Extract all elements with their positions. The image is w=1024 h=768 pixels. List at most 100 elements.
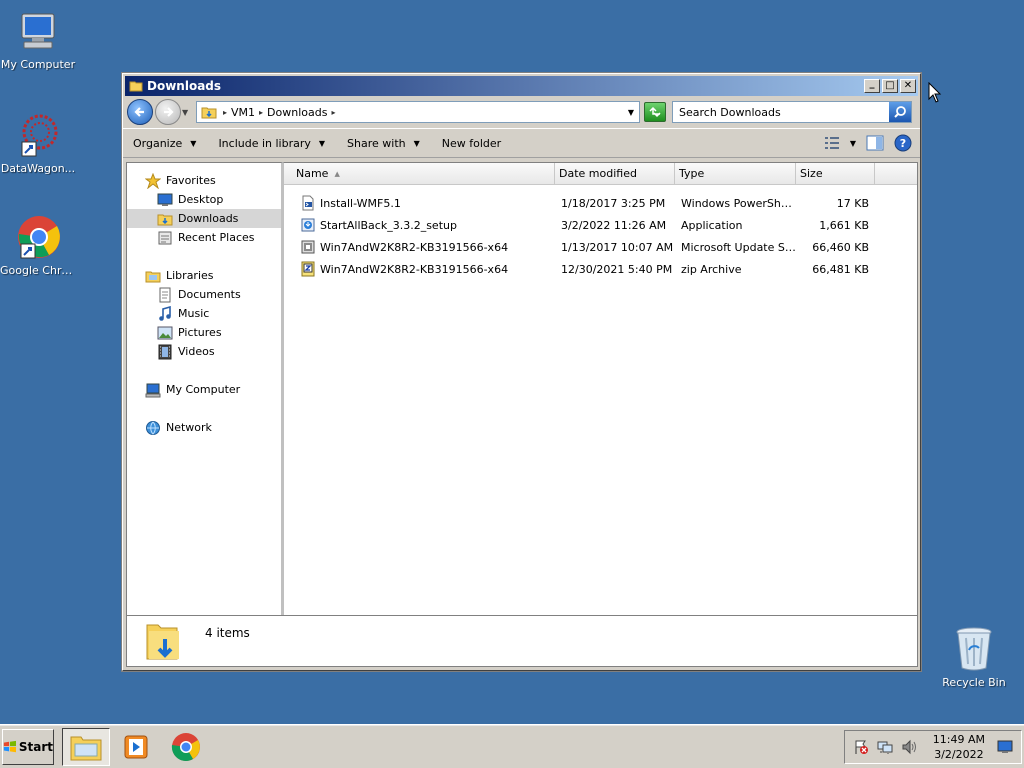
file-date: 3/2/2022 11:26 AM xyxy=(561,218,667,232)
column-header-row: Name ▲ Date modified Type Size xyxy=(284,163,917,185)
action-center-flag-icon[interactable] xyxy=(853,739,869,755)
chrome-icon xyxy=(171,732,200,761)
address-field[interactable]: ▸ VM1 ▸ Downloads ▸ ▼ xyxy=(196,101,640,123)
volume-icon[interactable] xyxy=(901,739,919,755)
file-name: Install-WMF5.1 xyxy=(320,196,401,210)
chrome-icon xyxy=(18,216,60,259)
file-row[interactable]: Win7AndW2K8R2-KB3191566-x64 1/13/2017 10… xyxy=(284,236,917,258)
nav-item-favorites[interactable]: Favorites xyxy=(127,171,281,190)
svg-text:?: ? xyxy=(900,137,906,150)
folder-icon xyxy=(129,81,143,92)
organize-label: Organize xyxy=(133,136,183,150)
nav-item-music[interactable]: Music xyxy=(127,304,281,323)
maximize-button[interactable]: □ xyxy=(882,79,898,93)
include-in-library-button[interactable]: Include in library ▼ xyxy=(218,137,325,150)
forward-button[interactable] xyxy=(155,99,181,125)
recent-places-icon xyxy=(158,231,172,244)
search-button[interactable] xyxy=(889,102,911,122)
nav-item-desktop[interactable]: Desktop xyxy=(127,190,281,209)
column-header-size[interactable]: Size xyxy=(796,163,875,184)
address-dropdown-icon[interactable]: ▼ xyxy=(623,108,639,117)
nav-item-recent-places[interactable]: Recent Places xyxy=(127,228,281,247)
column-label: Name xyxy=(296,167,329,180)
back-button[interactable] xyxy=(127,99,153,125)
desktop-icon-google-chrome[interactable]: Google Chrome xyxy=(0,214,76,277)
search-input[interactable] xyxy=(673,105,889,119)
application-icon xyxy=(301,218,315,232)
windows-logo-icon xyxy=(3,740,16,752)
organize-button[interactable]: Organize ▼ xyxy=(133,137,196,150)
address-bar-row: ▼ ▸ VM1 ▸ Downloads ▸ ▼ xyxy=(123,96,920,128)
nav-item-libraries[interactable]: Libraries xyxy=(127,266,281,285)
videos-icon xyxy=(158,344,172,359)
music-icon xyxy=(159,305,171,321)
file-row[interactable]: Install-WMF5.1 1/18/2017 3:25 PM Windows… xyxy=(284,192,917,214)
nav-item-videos[interactable]: Videos xyxy=(127,342,281,361)
desktop-icon-my-computer[interactable]: My Computer xyxy=(0,10,76,71)
breadcrumb-downloads[interactable]: Downloads xyxy=(267,106,327,119)
search-box[interactable] xyxy=(672,101,912,123)
recent-pages-dropdown[interactable]: ▼ xyxy=(182,108,192,117)
documents-icon xyxy=(159,287,171,302)
new-folder-label: New folder xyxy=(441,136,502,150)
taskbar-chrome-button[interactable] xyxy=(162,728,210,766)
desktop-icon-recycle-bin[interactable]: Recycle Bin xyxy=(934,624,1014,689)
desktop-icon xyxy=(157,193,173,206)
refresh-button[interactable] xyxy=(644,102,666,122)
file-row[interactable]: StartAllBack_3.3.2_setup 3/2/2022 11:26 … xyxy=(284,214,917,236)
command-bar: Organize ▼ Include in library ▼ Share with… xyxy=(123,128,920,158)
network-status-icon[interactable] xyxy=(877,739,893,755)
minimize-button[interactable]: _ xyxy=(864,79,880,93)
nav-item-network[interactable]: Network xyxy=(127,418,281,437)
file-type: Application xyxy=(681,218,743,232)
clock-time: 11:49 AM xyxy=(932,732,985,746)
title-bar[interactable]: Downloads _ □ ✕ xyxy=(125,76,918,96)
breadcrumb-separator-icon[interactable]: ▸ xyxy=(259,108,263,117)
arrow-left-icon xyxy=(134,107,144,117)
column-header-type[interactable]: Type xyxy=(675,163,796,184)
nav-item-label: Desktop xyxy=(178,193,224,206)
star-icon xyxy=(145,172,161,189)
start-label: Start xyxy=(18,739,53,754)
nav-item-label: Favorites xyxy=(166,174,216,187)
start-button[interactable]: Start xyxy=(2,728,54,765)
file-size: 66,460 KB xyxy=(812,240,869,254)
nav-item-label: Documents xyxy=(178,288,241,301)
column-label: Date modified xyxy=(559,167,637,180)
new-folder-button[interactable]: New folder xyxy=(442,137,501,150)
breadcrumb-separator-icon[interactable]: ▸ xyxy=(223,108,227,117)
nav-item-pictures[interactable]: Pictures xyxy=(127,323,281,342)
clock[interactable]: 11:49 AM 3/2/2022 xyxy=(933,732,985,762)
help-icon[interactable]: ? xyxy=(894,134,912,152)
file-date: 12/30/2021 5:40 PM xyxy=(561,262,673,276)
zip-archive-icon xyxy=(301,261,315,277)
desktop-icon-datawagon[interactable]: DataWagon... xyxy=(0,112,76,175)
column-header-date[interactable]: Date modified xyxy=(555,163,675,184)
file-date: 1/13/2017 10:07 AM xyxy=(561,240,674,254)
breadcrumb-vm1[interactable]: VM1 xyxy=(231,106,255,119)
explorer-window: Downloads _ □ ✕ ▼ ▸ VM1 ▸ Downloads ▸ ▼ xyxy=(122,73,921,671)
nav-item-downloads[interactable]: Downloads xyxy=(127,209,281,228)
share-with-button[interactable]: Share with ▼ xyxy=(347,137,420,150)
system-tray: 11:49 AM 3/2/2022 xyxy=(843,729,1022,764)
column-header-name[interactable]: Name ▲ xyxy=(284,163,555,184)
desktop-icon-label: My Computer xyxy=(0,58,76,71)
taskbar-explorer-button[interactable] xyxy=(62,727,110,766)
file-type: Windows PowerShel... xyxy=(681,196,796,210)
preview-pane-icon[interactable] xyxy=(866,135,884,151)
nav-item-documents[interactable]: Documents xyxy=(127,285,281,304)
column-label: Type xyxy=(679,167,705,180)
show-desktop-icon[interactable] xyxy=(997,740,1013,754)
file-list: Name ▲ Date modified Type Size Install-W… xyxy=(283,162,918,616)
taskbar-media-player-button[interactable] xyxy=(112,728,160,766)
nav-item-my-computer[interactable]: My Computer xyxy=(127,380,281,399)
downloads-folder-icon xyxy=(146,624,179,660)
view-options-dropdown-icon[interactable]: ▼ xyxy=(850,139,856,148)
view-options-icon[interactable] xyxy=(824,136,840,150)
file-row[interactable]: Win7AndW2K8R2-KB3191566-x64 12/30/2021 5… xyxy=(284,258,917,280)
breadcrumb-separator-icon[interactable]: ▸ xyxy=(331,108,335,117)
close-button[interactable]: ✕ xyxy=(900,79,916,93)
nav-item-label: Downloads xyxy=(178,212,239,225)
desktop-icon-label: DataWagon... xyxy=(0,162,76,175)
chevron-down-icon: ▼ xyxy=(413,138,420,148)
